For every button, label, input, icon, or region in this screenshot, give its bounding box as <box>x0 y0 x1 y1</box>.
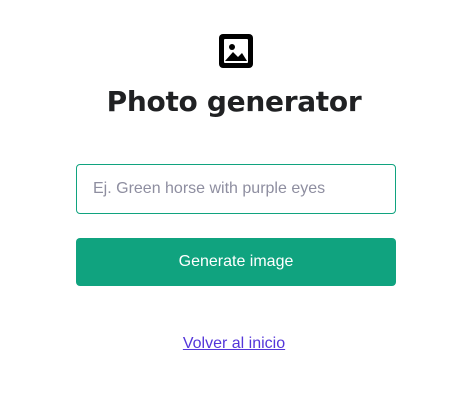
back-link-container: Volver al inicio <box>0 334 468 354</box>
prompt-input[interactable] <box>76 164 396 214</box>
generate-image-button[interactable]: Generate image <box>76 238 396 286</box>
page-title: Photo generator <box>106 85 362 118</box>
back-to-home-link[interactable]: Volver al inicio <box>183 335 285 352</box>
photo-generator-page: Photo generator Generate image Volver al… <box>0 0 468 410</box>
image-icon <box>219 34 253 68</box>
